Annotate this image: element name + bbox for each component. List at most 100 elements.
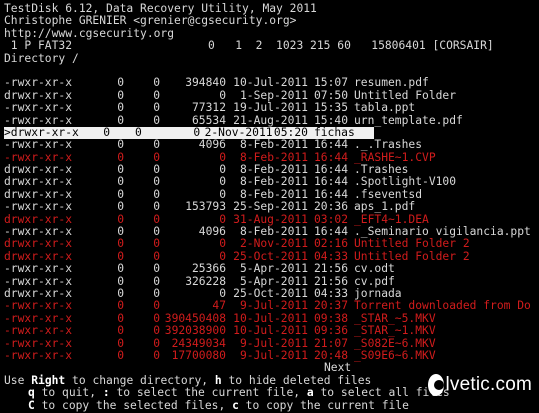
file-gid: 0 bbox=[153, 337, 160, 350]
file-permissions: drwxr-xr-x bbox=[4, 188, 73, 201]
file-row[interactable]: -rwxr-xr-x 0 0 153793 25-Sep-2011 20:36 aps_1.… bbox=[4, 201, 536, 213]
file-uid: 0 bbox=[117, 213, 124, 226]
file-uid: 0 bbox=[117, 238, 124, 251]
file-time: 16:44 bbox=[313, 176, 348, 189]
help-key: a bbox=[306, 386, 314, 400]
file-date: 5-Apr-2011 bbox=[239, 275, 308, 288]
file-row-deleted[interactable]: -rwxr-xr-x 0 0 24349034 9-Jul-2011 21:07 _S082… bbox=[4, 338, 536, 350]
file-uid: 0 bbox=[117, 263, 124, 276]
file-row[interactable]: -rwxr-xr-x 0 0 4096 8-Feb-2011 16:44 ._.Trashe… bbox=[4, 139, 536, 151]
file-gid: 0 bbox=[135, 126, 142, 139]
file-row[interactable]: -rwxr-xr-x 0 0 65534 21-Aug-2011 15:40 urn_tem… bbox=[4, 115, 536, 127]
file-list[interactable]: -rwxr-xr-x 0 0 394840 10-Jul-2011 15:07 resume… bbox=[4, 77, 536, 362]
file-row-deleted[interactable]: -rwxr-xr-x 0 0 390450408 10-Jul-2011 09:38 _ST… bbox=[4, 313, 536, 325]
file-row[interactable]: drwxr-xr-x 0 0 0 1-Sep-2011 07:50 Untitled Fol… bbox=[4, 90, 536, 102]
solvetic-s-icon bbox=[428, 374, 444, 396]
file-row[interactable]: drwxr-xr-x 0 0 0 8-Feb-2011 16:44 .Trashes bbox=[4, 164, 536, 176]
website-line: http://www.cgsecurity.org bbox=[4, 27, 175, 40]
file-row-deleted[interactable]: -rwxr-xr-x 0 0 47 9-Jul-2011 20:37 Torrent dow… bbox=[4, 300, 536, 312]
file-row[interactable]: -rwxr-xr-x 0 0 326228 5-Apr-2011 21:56 cv.pdf bbox=[4, 276, 536, 288]
file-date: 21-Aug-2011 bbox=[233, 114, 308, 127]
file-name: _S082E~6.MKV bbox=[354, 337, 436, 350]
file-time: 16:44 bbox=[313, 226, 348, 239]
file-gid: 0 bbox=[153, 226, 160, 239]
file-permissions: -rwxr-xr-x bbox=[4, 337, 73, 350]
file-uid: 0 bbox=[117, 201, 124, 214]
file-row-deleted[interactable]: drwxr-xr-x 0 0 0 2-Nov-2011 02:16 Untitled Fol… bbox=[4, 238, 536, 250]
file-permissions: -rwxr-xr-x bbox=[4, 102, 73, 115]
file-row-selected[interactable]: >drwxr-xr-x 0 0 0 2-Nov-2011 05:20 fichas bbox=[4, 126, 374, 140]
file-date: 19-Jul-2011 bbox=[233, 102, 308, 115]
file-date: 1-Sep-2011 bbox=[239, 89, 308, 102]
file-row[interactable]: drwxr-xr-x 0 0 0 8-Feb-2011 16:44 .Spotlight-V… bbox=[4, 176, 536, 188]
file-permissions: -rwxr-xr-x bbox=[4, 226, 73, 239]
file-row-deleted[interactable]: -rwxr-xr-x 0 0 17700080 9-Jul-2011 20:48 _S09E… bbox=[4, 350, 536, 362]
file-row-deleted[interactable]: drwxr-xr-x 0 0 0 31-Aug-2011 03:02 _EFT4~1.DEA bbox=[4, 214, 536, 226]
file-permissions: -rwxr-xr-x bbox=[4, 275, 73, 288]
file-permissions: drwxr-xr-x bbox=[4, 213, 73, 226]
testdisk-terminal: TestDisk 6.12, Data Recovery Utility, Ma… bbox=[4, 3, 536, 412]
help-key: h bbox=[214, 373, 222, 387]
file-time: 16:44 bbox=[313, 139, 348, 152]
file-time: 15:35 bbox=[313, 102, 348, 115]
file-size: 390450408 bbox=[164, 312, 226, 325]
file-row-deleted[interactable]: -rwxr-xr-x 0 0 392038900 10-Jul-2011 09:36 _ST… bbox=[4, 325, 536, 337]
help-line-3: C to copy the selected files, c to copy … bbox=[4, 398, 536, 412]
file-name: ._Seminario vigilancia.ppt bbox=[354, 226, 531, 239]
file-date: 9-Jul-2011 bbox=[239, 337, 308, 350]
file-row[interactable]: drwxr-xr-x 0 0 0 8-Feb-2011 16:44 .fseventsd bbox=[4, 189, 536, 201]
file-row[interactable]: -rwxr-xr-x 0 0 394840 10-Jul-2011 15:07 resume… bbox=[4, 77, 536, 89]
file-name: Untitled Folder bbox=[354, 89, 457, 102]
file-time: 16:44 bbox=[313, 188, 348, 201]
file-time: 04:33 bbox=[313, 287, 348, 300]
watermark-suffix: .com bbox=[490, 374, 532, 395]
file-permissions: >drwxr-xr-x bbox=[4, 126, 79, 139]
file-date: 31-Aug-2011 bbox=[233, 213, 308, 226]
file-row[interactable]: -rwxr-xr-x 0 0 77312 19-Jul-2011 15:35 tabla.p… bbox=[4, 102, 536, 114]
file-date: 10-Jul-2011 bbox=[233, 325, 308, 338]
file-name: cv.pdf bbox=[354, 275, 395, 288]
file-date: 8-Feb-2011 bbox=[239, 164, 308, 177]
file-time: 15:07 bbox=[313, 77, 348, 90]
file-name: _EFT4~1.DEA bbox=[354, 213, 429, 226]
help-key: c bbox=[232, 398, 239, 412]
file-row[interactable]: -rwxr-xr-x 0 0 25366 5-Apr-2011 21:56 cv.odt bbox=[4, 263, 536, 275]
file-permissions: drwxr-xr-x bbox=[4, 238, 73, 251]
file-size: 0 bbox=[219, 188, 226, 201]
file-size: 0 bbox=[219, 164, 226, 177]
file-permissions: drwxr-xr-x bbox=[4, 287, 73, 300]
file-size: 0 bbox=[219, 176, 226, 189]
file-gid: 0 bbox=[153, 164, 160, 177]
file-size: 77312 bbox=[191, 102, 226, 115]
file-gid: 0 bbox=[153, 89, 160, 102]
file-uid: 0 bbox=[117, 312, 124, 325]
help-text: to select the current file, bbox=[109, 386, 307, 400]
file-uid: 0 bbox=[117, 102, 124, 115]
file-size: 0 bbox=[219, 238, 226, 251]
watermark-text: lvetic bbox=[445, 374, 491, 395]
file-name: resumen.pdf bbox=[354, 77, 429, 90]
file-row[interactable]: -rwxr-xr-x 0 0 4096 8-Feb-2011 16:44 ._Seminar… bbox=[4, 226, 536, 238]
file-date: 2-Nov-2011 bbox=[204, 126, 273, 139]
file-size: 47 bbox=[212, 300, 226, 313]
file-row-deleted[interactable]: -rwxr-xr-x 0 0 0 8-Feb-2011 16:44 _RASHE~1.CVP bbox=[4, 152, 536, 164]
file-size: 4096 bbox=[198, 226, 226, 239]
file-permissions: -rwxr-xr-x bbox=[4, 139, 73, 152]
file-date: 25-Sep-2011 bbox=[233, 201, 308, 214]
file-date: 8-Feb-2011 bbox=[239, 226, 308, 239]
file-size: 326228 bbox=[185, 275, 226, 288]
file-permissions: drwxr-xr-x bbox=[4, 176, 73, 189]
file-time: 20:37 bbox=[313, 300, 348, 313]
help-text: to change directory, bbox=[65, 373, 215, 387]
file-permissions: drwxr-xr-x bbox=[4, 89, 73, 102]
file-uid: 0 bbox=[117, 89, 124, 102]
file-date: 8-Feb-2011 bbox=[239, 176, 308, 189]
file-gid: 0 bbox=[153, 188, 160, 201]
file-time: 16:44 bbox=[313, 164, 348, 177]
file-row[interactable]: drwxr-xr-x 0 0 0 25-Oct-2011 04:33 jornada bbox=[4, 288, 536, 300]
file-permissions: -rwxr-xr-x bbox=[4, 325, 73, 338]
partition-line: 1 P FAT32 0 1 2 1023 215 60 15806401 [CO… bbox=[4, 40, 494, 53]
file-uid: 0 bbox=[117, 287, 124, 300]
file-row-deleted[interactable]: drwxr-xr-x 0 0 0 25-Oct-2011 04:33 Untitled Fo… bbox=[4, 251, 536, 263]
